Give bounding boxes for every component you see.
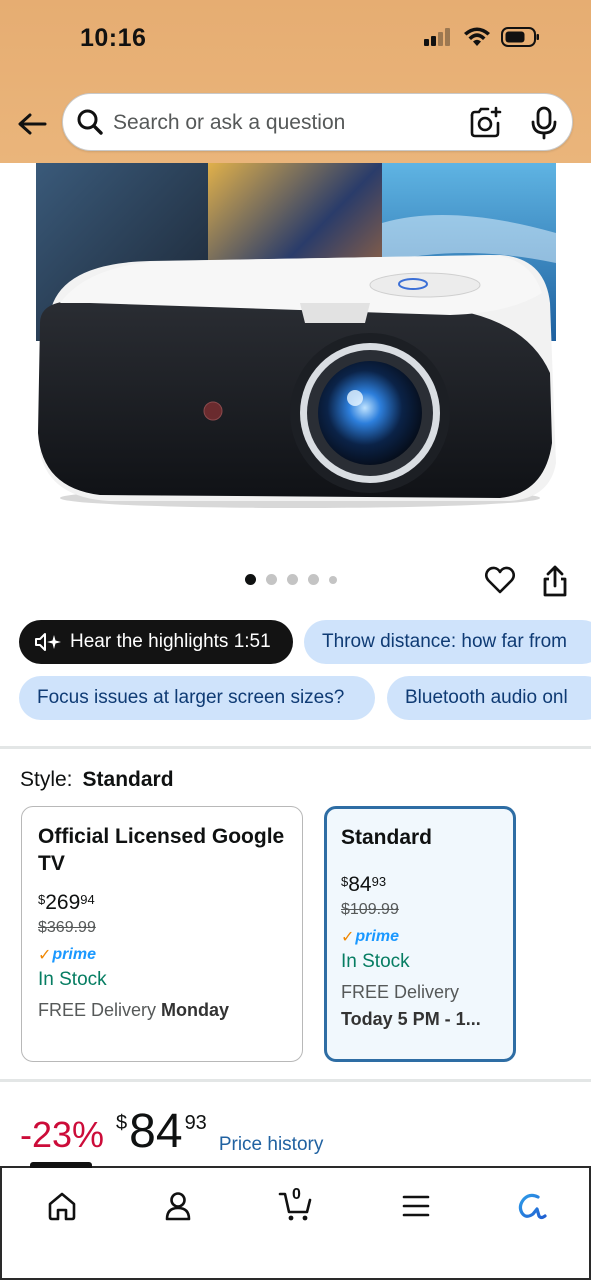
menu-icon[interactable] xyxy=(396,1186,436,1226)
account-icon[interactable] xyxy=(158,1186,198,1226)
heart-icon[interactable] xyxy=(484,564,516,596)
hear-highlights-label: Hear the highlights 1:51 xyxy=(70,631,271,652)
projector-image xyxy=(30,163,562,520)
carousel-dot[interactable] xyxy=(287,574,298,585)
status-time: 10:16 xyxy=(80,24,147,52)
carousel-dot[interactable] xyxy=(329,575,337,584)
style-selected-value: Standard xyxy=(82,768,174,791)
question-chip[interactable]: Bluetooth audio onl xyxy=(387,676,591,720)
prime-check-icon: ✓ xyxy=(341,929,355,946)
style-option-list-price: $109.99 xyxy=(341,901,399,918)
question-chip[interactable]: Throw distance: how far from xyxy=(304,620,591,664)
search-input[interactable] xyxy=(113,104,453,142)
delivery-info: FREE Delivery Today 5 PM - 1... xyxy=(341,982,481,1029)
price-whole: 84 xyxy=(129,1105,183,1158)
style-option-price: $8493 xyxy=(341,873,387,896)
search-icon xyxy=(77,109,103,135)
image-carousel-dots[interactable] xyxy=(245,574,337,585)
discount-percent: -23% xyxy=(20,1114,105,1155)
price-fraction: 93 xyxy=(184,1112,207,1134)
prime-badge: ✓ prime xyxy=(341,928,399,946)
active-tab-indicator xyxy=(30,1162,92,1168)
camera-search-icon[interactable] xyxy=(468,106,502,140)
carousel-dot[interactable] xyxy=(308,574,319,585)
microphone-icon[interactable] xyxy=(529,106,559,140)
battery-icon xyxy=(501,27,539,47)
rufus-icon[interactable] xyxy=(512,1186,552,1226)
search-bar[interactable] xyxy=(62,93,573,151)
style-option-standard[interactable]: Standard $8493 $109.99 ✓ prime In Stock F… xyxy=(324,806,516,1062)
style-option-title: Standard xyxy=(341,826,433,849)
stock-status: In Stock xyxy=(341,951,410,972)
stock-status: In Stock xyxy=(38,969,107,990)
style-option-google-tv[interactable]: Official Licensed Google TV $26994 $369.… xyxy=(21,806,303,1062)
style-option-title: Official Licensed Google TV xyxy=(38,825,285,875)
cart-icon[interactable]: 0 xyxy=(276,1186,316,1226)
carousel-dot[interactable] xyxy=(245,574,256,585)
cart-count: 0 xyxy=(292,1186,301,1203)
share-icon[interactable] xyxy=(540,564,570,598)
delivery-info: FREE Delivery Monday xyxy=(38,1000,230,1020)
style-option-price: $26994 xyxy=(38,891,95,914)
style-option-list-price: $369.99 xyxy=(38,919,96,936)
header-bar: 10:16 xyxy=(0,0,591,163)
question-chip[interactable]: Focus issues at larger screen sizes? xyxy=(19,676,375,720)
back-arrow-icon[interactable] xyxy=(14,106,50,142)
section-divider xyxy=(0,1079,591,1082)
prime-badge: ✓ prime xyxy=(38,946,96,964)
speaker-sparkle-icon xyxy=(35,633,61,651)
product-image[interactable] xyxy=(30,163,562,520)
style-key: Style: xyxy=(20,768,73,791)
style-selector-label: Style: Standard xyxy=(20,768,174,792)
price-block: -23% $ 84 93 Price history xyxy=(20,1108,323,1156)
bottom-navigation: 0 xyxy=(0,1162,591,1280)
status-icons xyxy=(423,26,541,48)
wifi-icon xyxy=(464,27,490,46)
prime-check-icon: ✓ xyxy=(38,947,52,964)
signal-icon xyxy=(424,28,450,46)
price-symbol: $ xyxy=(116,1112,128,1134)
price-history-link[interactable]: Price history xyxy=(219,1134,324,1156)
home-icon[interactable] xyxy=(42,1186,82,1226)
carousel-dot[interactable] xyxy=(266,574,277,585)
section-divider xyxy=(0,746,591,749)
hear-highlights-button[interactable]: Hear the highlights 1:51 xyxy=(19,620,293,664)
